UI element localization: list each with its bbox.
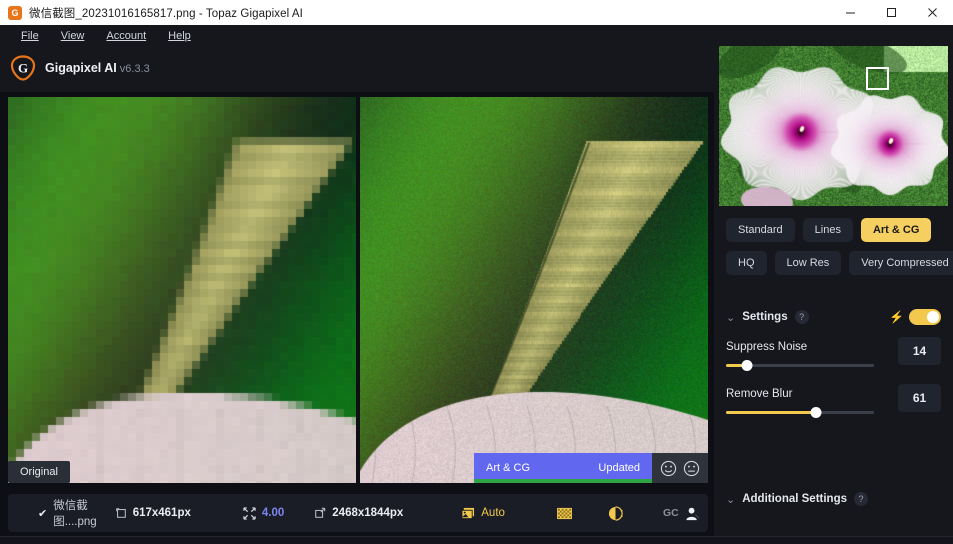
remove-blur-handle[interactable] <box>810 407 822 418</box>
model-lines-button[interactable]: Lines <box>802 218 853 242</box>
lightning-bolt-icon: ⚡ <box>889 310 904 324</box>
settings-section-header[interactable]: ⌄ Settings ? ⚡ <box>726 306 941 328</box>
thumbnail-canvas[interactable] <box>719 46 948 206</box>
remove-blur-value[interactable]: 61 <box>898 384 941 412</box>
file-name: 微信截图....png <box>53 500 97 528</box>
checker-grid-button[interactable] <box>557 507 572 520</box>
image-compare-area: Original Art & CG Updated <box>8 97 708 483</box>
menu-view-label: View <box>60 29 85 42</box>
minimize-button[interactable] <box>830 0 871 25</box>
brand-area: G Gigapixel AI v6.3.3 <box>10 55 150 81</box>
model-row-secondary: HQ Low Res Very Compressed <box>726 251 953 275</box>
auto-label: Auto <box>481 507 505 519</box>
model-selector: Standard Lines Art & CG HQ Low Res Very … <box>714 218 953 284</box>
render-progress-bar <box>474 479 652 483</box>
additional-settings-title: Additional Settings <box>742 493 847 505</box>
toggle-knob <box>927 311 939 323</box>
menu-bar: File View Account Help <box>0 25 953 46</box>
window-controls <box>830 0 953 25</box>
active-model-label: Art & CG <box>486 462 531 474</box>
remove-blur-control: Remove Blur 61 <box>726 384 941 418</box>
gc-label: GC <box>662 507 679 519</box>
title-bar: G 微信截图_20231016165817.png - Topaz Gigapi… <box>0 0 953 25</box>
model-row-primary: Standard Lines Art & CG <box>726 218 941 242</box>
checker-grid-icon <box>557 507 572 520</box>
file-entry[interactable]: ✔ 微信截图....png <box>38 497 97 529</box>
scale-arrows-icon <box>243 506 256 520</box>
topaz-icon: G <box>8 5 22 20</box>
file-status-bar: ✔ 微信截图....png 617x461px 4.00 2468x1844px <box>8 494 734 532</box>
window-title: 微信截图_20231016165817.png - Topaz Gigapixe… <box>29 7 303 20</box>
navigator-viewport-rect[interactable] <box>866 67 889 90</box>
enhanced-image-pane[interactable]: Art & CG Updated <box>360 97 708 483</box>
model-art-cg-button[interactable]: Art & CG <box>860 218 932 242</box>
brand-name: Gigapixel AI v6.3.3 <box>45 61 150 75</box>
suppress-noise-slider[interactable] <box>726 360 874 371</box>
output-dimensions-entry: 2468x1844px <box>314 507 403 519</box>
svg-text:G: G <box>18 61 28 76</box>
scale-entry: 4.00 <box>243 506 285 520</box>
smile-face-icon[interactable] <box>660 460 677 477</box>
auto-settings-toggle[interactable] <box>909 309 941 325</box>
menu-item-view[interactable]: View <box>50 28 96 44</box>
face-recovery-button[interactable] <box>685 506 700 521</box>
brand-version: v6.3.3 <box>119 63 150 75</box>
suppress-noise-handle[interactable] <box>741 360 753 371</box>
model-standard-button[interactable]: Standard <box>726 218 795 242</box>
model-very-compressed-button[interactable]: Very Compressed <box>849 251 953 275</box>
remove-blur-fill <box>726 411 817 414</box>
brand-label: Gigapixel AI <box>45 61 117 75</box>
auto-mode-button[interactable]: Auto <box>461 507 505 520</box>
menu-help-label: Help <box>168 29 191 42</box>
help-icon[interactable]: ? <box>854 492 868 506</box>
input-size-icon <box>115 507 127 519</box>
original-pane-badge: Original <box>8 461 70 483</box>
remove-blur-slider[interactable] <box>726 407 874 418</box>
auto-image-icon <box>461 507 475 520</box>
neutral-face-icon[interactable] <box>683 460 700 477</box>
close-button[interactable] <box>912 0 953 25</box>
original-image-canvas[interactable] <box>8 97 356 483</box>
suppress-noise-value[interactable]: 14 <box>898 337 941 365</box>
input-dimensions: 617x461px <box>132 507 191 519</box>
chevron-down-icon[interactable]: ⌄ <box>726 311 735 324</box>
output-dimensions: 2468x1844px <box>332 507 404 519</box>
help-icon[interactable]: ? <box>794 310 809 324</box>
settings-title: Settings <box>742 311 788 323</box>
menu-item-file[interactable]: File <box>10 28 50 44</box>
menu-account-label: Account <box>106 29 147 42</box>
scale-value: 4.00 <box>261 507 285 519</box>
contrast-button[interactable] <box>608 505 623 521</box>
enhanced-pane-statusbar: Art & CG Updated <box>474 453 708 483</box>
chevron-down-icon[interactable]: ⌄ <box>726 493 735 506</box>
additional-settings-header[interactable]: ⌄ Additional Settings ? <box>726 489 941 509</box>
feedback-buttons <box>652 453 708 483</box>
os-taskbar <box>0 536 953 544</box>
gigapixel-app-window: G 微信截图_20231016165817.png - Topaz Gigapi… <box>0 0 953 544</box>
update-status-label: Updated <box>598 462 640 474</box>
gigapixel-pick-logo-icon: G <box>10 55 36 81</box>
auto-settings-toggle-group: ⚡ <box>889 309 941 325</box>
menu-item-account[interactable]: Account <box>95 28 157 44</box>
menu-item-help[interactable]: Help <box>157 28 202 44</box>
gc-label-entry: GC <box>663 507 679 519</box>
enhanced-image-canvas[interactable] <box>360 97 708 483</box>
model-hq-button[interactable]: HQ <box>726 251 767 275</box>
right-sidebar: Standard Lines Art & CG HQ Low Res Very … <box>714 46 953 544</box>
contrast-icon <box>608 505 623 521</box>
input-dimensions-entry: 617x461px <box>115 507 191 519</box>
person-icon <box>685 506 700 521</box>
output-size-icon <box>314 507 326 519</box>
original-image-pane[interactable]: Original <box>8 97 356 483</box>
suppress-noise-control: Suppress Noise 14 <box>726 337 941 371</box>
model-low-res-button[interactable]: Low Res <box>774 251 842 275</box>
maximize-button[interactable] <box>871 0 912 25</box>
menu-file-label: File <box>21 29 39 42</box>
image-navigator-thumbnail[interactable] <box>719 46 948 206</box>
model-status-bar: Art & CG Updated <box>474 453 652 483</box>
checkmark-icon: ✔ <box>38 507 48 520</box>
